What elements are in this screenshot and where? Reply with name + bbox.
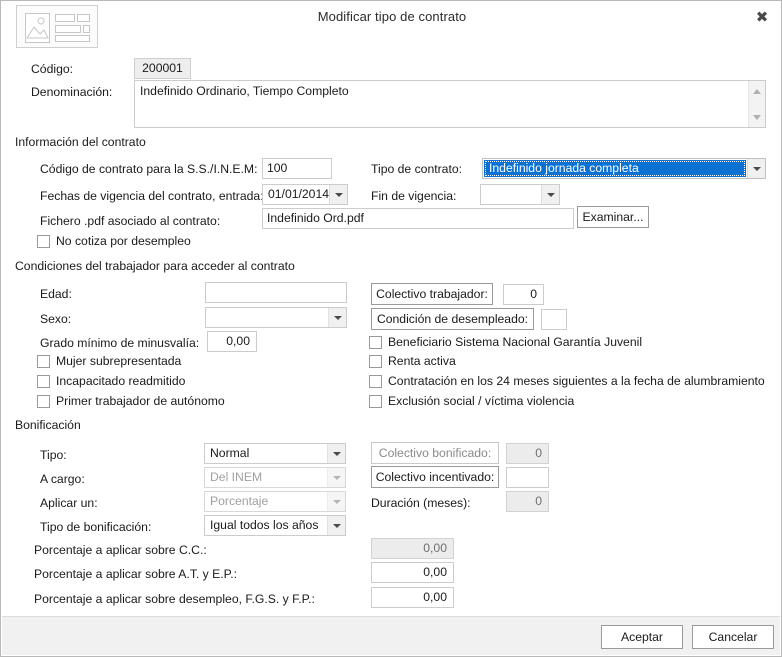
chevron-down-icon[interactable]: [541, 185, 559, 204]
fichero-pdf-label: Fichero .pdf asociado al contrato:: [40, 214, 221, 228]
denominacion-label: Denominación:: [31, 85, 113, 99]
cancelar-button[interactable]: Cancelar: [692, 625, 774, 649]
grado-minusvalia-label: Grado mínimo de minusvalía:: [40, 336, 200, 350]
incapacitado-readmitido-label: Incapacitado readmitido: [56, 374, 186, 388]
primer-trabajador-checkbox[interactable]: Primer trabajador de autónomo: [37, 394, 225, 408]
bonif-a-cargo-select: Del INEM: [204, 467, 346, 488]
aceptar-button[interactable]: Aceptar: [601, 625, 683, 649]
bonif-tipo-label: Tipo:: [40, 448, 67, 462]
dialog-footer: Aceptar Cancelar: [2, 616, 780, 655]
denominacion-value: Indefinido Ordinario, Tiempo Completo: [140, 84, 349, 98]
chevron-down-icon[interactable]: [747, 159, 765, 178]
checkbox-box: [369, 335, 382, 349]
bonif-aplicar-label: Aplicar un:: [40, 496, 98, 510]
bonif-tipo-value: Normal: [210, 446, 250, 460]
no-cotiza-label: No cotiza por desempleo: [56, 234, 191, 248]
beneficiario-garantia-juvenil-label: Beneficiario Sistema Nacional Garantía J…: [388, 335, 643, 349]
exclusion-social-label: Exclusión social / víctima violencia: [388, 394, 575, 408]
bonif-aplicar-select: Porcentaje: [204, 491, 346, 512]
colectivo-bonificado-input: 0: [506, 443, 549, 464]
group-title-condiciones: Condiciones del trabajador para acceder …: [15, 259, 295, 273]
colectivo-incentivado-input[interactable]: [506, 467, 549, 488]
chevron-down-icon[interactable]: [329, 185, 347, 204]
sexo-select[interactable]: [205, 307, 347, 328]
edad-label: Edad:: [40, 287, 72, 301]
fichero-pdf-input[interactable]: Indefinido Ord.pdf: [262, 208, 574, 229]
mujer-subrepresentada-checkbox[interactable]: Mujer subrepresentada: [37, 354, 181, 368]
pct-at-label: Porcentaje a aplicar sobre A.T. y E.P.:: [34, 567, 238, 581]
group-title-bonificacion: Bonificación: [15, 418, 81, 432]
scroll-down-icon[interactable]: [749, 109, 765, 125]
colectivo-trabajador-input[interactable]: 0: [503, 284, 544, 305]
codigo-label: Código:: [31, 62, 74, 76]
checkbox-box: [37, 374, 50, 388]
fin-vigencia-label: Fin de vigencia:: [371, 189, 457, 203]
primer-trabajador-label: Primer trabajador de autónomo: [56, 394, 225, 408]
contratacion-24-meses-label: Contratación en los 24 meses siguientes …: [388, 374, 765, 388]
fecha-entrada-value: 01/01/2014: [268, 187, 329, 201]
beneficiario-garantia-juvenil-checkbox[interactable]: Beneficiario Sistema Nacional Garantía J…: [369, 335, 642, 349]
codigo-field: 200001: [134, 58, 191, 79]
tipo-contrato-label: Tipo de contrato:: [371, 162, 463, 176]
renta-activa-label: Renta activa: [388, 354, 456, 368]
pct-cc-label: Porcentaje a aplicar sobre C.C.:: [34, 543, 207, 557]
fin-vigencia-datepicker[interactable]: [480, 184, 560, 205]
sexo-label: Sexo:: [40, 312, 72, 326]
pct-desempleo-label: Porcentaje a aplicar sobre desempleo, F.…: [34, 592, 315, 606]
tipo-bonificacion-label: Tipo de bonificación:: [40, 520, 152, 534]
tipo-contrato-value: Indefinido jornada completa: [489, 161, 639, 175]
bonif-aplicar-value: Porcentaje: [210, 494, 269, 508]
tipo-bonificacion-select[interactable]: Igual todos los años: [204, 515, 346, 536]
checkbox-box: [369, 354, 382, 368]
bonif-a-cargo-value: Del INEM: [210, 470, 263, 484]
fecha-entrada-datepicker[interactable]: 01/01/2014: [262, 184, 348, 205]
chevron-down-icon: [327, 492, 345, 511]
mujer-subrepresentada-label: Mujer subrepresentada: [56, 354, 182, 368]
condicion-desempleado-button[interactable]: Condición de desempleado:: [371, 308, 534, 330]
chevron-down-icon: [327, 468, 345, 487]
pct-cc-input: 0,00: [371, 538, 454, 559]
checkbox-box: [37, 394, 50, 408]
condicion-desempleado-input[interactable]: [541, 309, 567, 330]
pct-at-input[interactable]: 0,00: [371, 562, 454, 583]
title-bar: Modificar tipo de contrato ✖: [1, 1, 781, 48]
grado-minusvalia-input[interactable]: 0,00: [207, 331, 257, 352]
denominacion-textarea[interactable]: Indefinido Ordinario, Tiempo Completo: [134, 80, 766, 128]
fechas-vigencia-label: Fechas de vigencia del contrato, entrada…: [40, 189, 264, 203]
codigo-ss-label: Código de contrato para la S.S./I.N.E.M:: [40, 162, 258, 176]
incapacitado-readmitido-checkbox[interactable]: Incapacitado readmitido: [37, 374, 185, 388]
edad-input[interactable]: [205, 282, 347, 303]
checkbox-box: [37, 234, 50, 248]
pct-desempleo-input[interactable]: 0,00: [371, 587, 454, 608]
tipo-bonificacion-value: Igual todos los años: [210, 518, 319, 532]
window-title: Modificar tipo de contrato: [317, 9, 467, 24]
bonif-tipo-select[interactable]: Normal: [204, 443, 346, 464]
chevron-down-icon[interactable]: [327, 516, 345, 535]
no-cotiza-checkbox[interactable]: No cotiza por desempleo: [37, 234, 191, 248]
modal-window: Modificar tipo de contrato ✖ Código: 200…: [0, 0, 782, 657]
renta-activa-checkbox[interactable]: Renta activa: [369, 354, 456, 368]
close-icon[interactable]: ✖: [747, 4, 777, 30]
colectivo-incentivado-button[interactable]: Colectivo incentivado:: [371, 466, 499, 488]
scroll-up-icon[interactable]: [749, 83, 765, 99]
exclusion-social-checkbox[interactable]: Exclusión social / víctima violencia: [369, 394, 574, 408]
colectivo-trabajador-button[interactable]: Colectivo trabajador:: [371, 283, 493, 305]
checkbox-box: [369, 394, 382, 408]
chevron-down-icon[interactable]: [328, 308, 346, 327]
codigo-ss-input[interactable]: 100: [262, 158, 332, 179]
duracion-meses-input: 0: [506, 491, 549, 512]
checkbox-box: [369, 374, 382, 388]
group-title-informacion: Información del contrato: [15, 135, 146, 149]
bonif-a-cargo-label: A cargo:: [40, 472, 85, 486]
examinar-button[interactable]: Examinar...: [577, 206, 649, 228]
chevron-down-icon[interactable]: [327, 444, 345, 463]
tipo-contrato-select[interactable]: Indefinido jornada completa: [482, 158, 766, 179]
contratacion-24-meses-checkbox[interactable]: Contratación en los 24 meses siguientes …: [369, 374, 765, 388]
colectivo-bonificado-button: Colectivo bonificado:: [371, 442, 499, 464]
denominacion-scrollbar[interactable]: [748, 81, 765, 127]
checkbox-box: [37, 354, 50, 368]
duracion-meses-label: Duración (meses):: [371, 496, 471, 510]
